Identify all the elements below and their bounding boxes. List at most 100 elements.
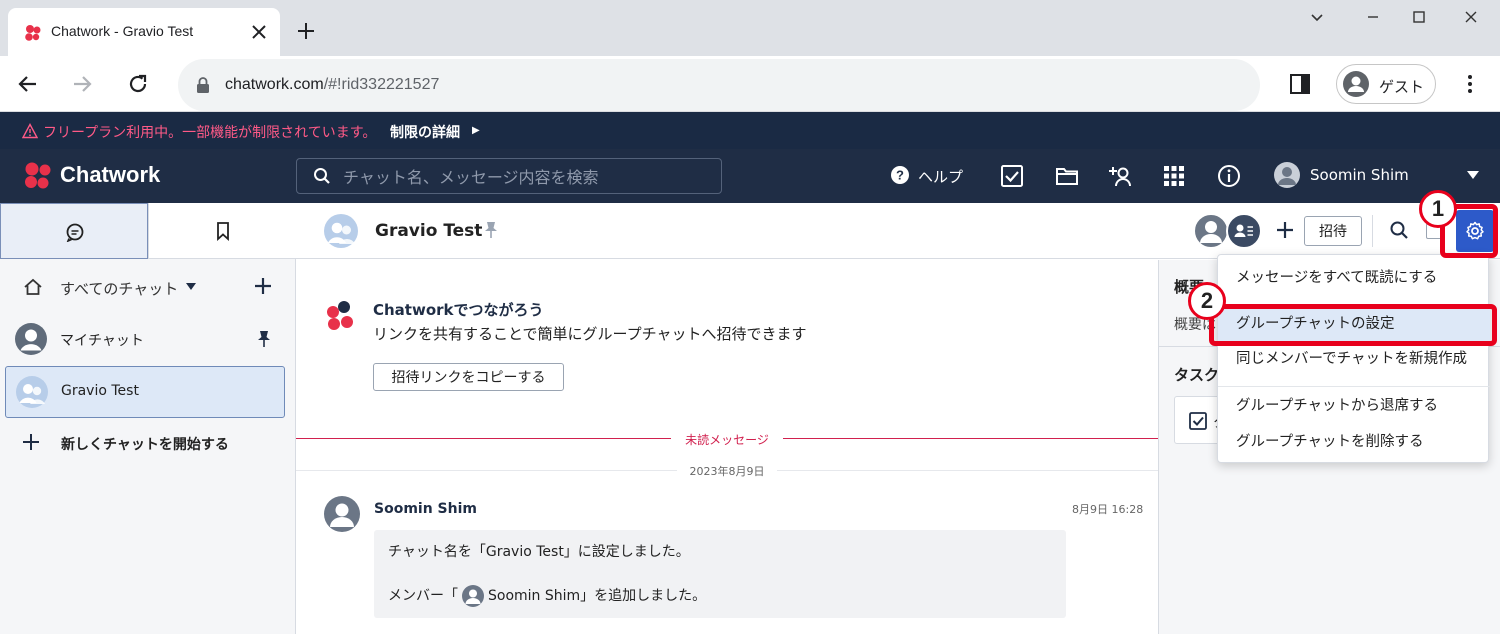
caret-down-icon[interactable] [1467,170,1479,180]
brand-name[interactable]: Chatwork [60,162,160,188]
unread-label: 未読メッセージ [671,431,783,447]
browser-tabstrip: Chatwork - Gravio Test [0,0,1500,56]
header-divider [1372,215,1373,247]
member-list-icon[interactable] [1226,213,1262,249]
apps-grid-icon[interactable] [1162,164,1186,188]
minimize-icon[interactable] [1364,8,1382,26]
browser-tab[interactable]: Chatwork - Gravio Test [8,8,280,56]
free-plan-banner: フリープラン利用中。一部機能が制限されています。 制限の詳細 ▶ [0,112,1500,149]
bookmark-icon [217,222,229,241]
maximize-icon[interactable] [1410,8,1428,26]
menu-divider [1218,386,1490,387]
info-icon[interactable] [1217,164,1241,188]
address-bar[interactable]: chatwork.com/#!rid332221527 [178,59,1260,111]
tab-close-icon[interactable] [248,21,270,43]
group-avatar-icon [16,376,48,408]
member-avatar-icon[interactable] [1193,213,1229,249]
user-name: Soomin Shim [1310,166,1409,184]
profile-button[interactable]: ゲスト [1336,64,1436,104]
url-text: chatwork.com/#!rid332221527 [225,76,440,93]
sidebar-item-gravio-test[interactable]: Gravio Test [5,366,285,418]
tab-bookmarks[interactable] [148,203,296,259]
task-checkbox-icon [1189,412,1207,430]
room-settings-menu: メッセージをすべて既読にする グループチャットの設定 同じメンバーでチャットを新… [1217,254,1490,463]
chatwork-logo-icon[interactable] [22,161,56,191]
room-name: マイチャット [60,333,144,349]
caret-down-icon[interactable] [186,283,196,291]
room-header: Gravio Test 招待 [296,203,1500,259]
plus-icon [23,434,39,450]
tab-chats[interactable] [0,203,148,259]
user-avatar-icon [1274,162,1300,188]
new-tab-icon[interactable] [294,19,318,43]
search-icon [314,168,330,184]
highlight-group-settings [1209,304,1497,346]
tab-title: Chatwork - Gravio Test [51,23,194,39]
promo-title: Chatworkでつながろう [373,301,544,319]
home-icon [24,278,42,295]
limit-detail-link[interactable]: 制限の詳細 [390,122,460,142]
profile-label: ゲスト [1379,78,1425,96]
chat-sidebar: すべてのチャット マイチャット Gravio Test 新しくチャットを開始する [0,203,296,634]
message-body: チャット名を「Gravio Test」に設定しました。 メンバー「 Soomin … [374,530,1066,618]
room-name: Gravio Test [61,383,139,399]
chat-search-input[interactable] [343,165,703,189]
svg-text:?: ? [896,168,904,183]
lock-icon[interactable] [195,76,211,94]
banner-message: フリープラン利用中。一部機能が制限されています。 [43,125,377,141]
chat-bubble-icon [66,223,84,242]
side-panel-icon[interactable] [1289,73,1311,95]
menu-item-new-chat-same-members[interactable]: 同じメンバーでチャットを新規作成 [1218,342,1490,376]
author-avatar-icon[interactable] [324,496,360,532]
start-new-chat-button[interactable]: 新しくチャットを開始する [0,429,296,459]
browser-toolbar: chatwork.com/#!rid332221527 ゲスト [0,56,1500,112]
browser-menu-icon[interactable] [1462,72,1478,96]
app-header: Chatwork ? ヘルプ [0,149,1500,203]
sidebar-item-my-chat[interactable]: マイチャット [5,314,285,366]
message-line: メンバー「 Soomin Shim」を追加しました。 [388,585,706,607]
menu-item-delete-group[interactable]: グループチャットを削除する [1218,425,1490,459]
mentioned-member-name[interactable]: Soomin Shim [488,588,580,604]
chatwork-logo-icon [327,301,353,330]
sidebar-tabs [0,203,296,259]
chatwork-favicon-icon [25,25,41,41]
menu-item-leave-group[interactable]: グループチャットから退席する [1218,389,1490,423]
new-chat-label: 新しくチャットを開始する [61,437,229,453]
group-avatar-icon [324,214,358,248]
folder-icon[interactable] [1055,164,1079,188]
chat-filter[interactable]: すべてのチャット [0,273,296,303]
search-icon[interactable] [1389,220,1409,240]
add-member-plus-icon[interactable] [1275,220,1295,240]
copy-invite-link-button[interactable]: 招待リンクをコピーする [373,363,564,391]
invite-button[interactable]: 招待 [1304,216,1362,246]
step-badge-1: 1 [1419,190,1457,228]
tab-search-chevron-icon[interactable] [1308,8,1326,26]
pin-icon[interactable] [484,221,498,239]
add-chat-plus-icon[interactable] [253,276,273,296]
task-checkbox-icon[interactable] [1000,164,1024,188]
message-timestamp: 8月9日 16:28 [1072,503,1144,516]
back-arrow-icon[interactable] [14,70,42,98]
filter-label[interactable]: すべてのチャット [60,278,178,299]
pin-icon[interactable] [257,330,271,348]
menu-item-mark-all-read[interactable]: メッセージをすべて既読にする [1218,261,1490,295]
help-label: ヘルプ [918,168,964,186]
step-badge-2: 2 [1188,282,1226,320]
chat-search-box[interactable] [296,158,722,194]
add-contact-icon[interactable] [1108,164,1132,188]
tasks-heading: タスク [1174,366,1220,384]
my-chat-avatar-icon [15,323,47,355]
room-title: Gravio Test [375,221,483,241]
chevron-right-icon[interactable]: ▶ [472,125,480,136]
help-icon: ? [891,166,909,184]
message-line: チャット名を「Gravio Test」に設定しました。 [388,544,690,560]
warning-icon [22,123,38,139]
chat-timeline: Chatworkでつながろう リンクを共有することで簡単にグループチャットへ招待… [296,260,1158,634]
forward-arrow-icon[interactable] [68,70,96,98]
message-author[interactable]: Soomin Shim [374,501,477,517]
date-label: 2023年8月9日 [677,463,777,479]
guest-avatar-icon [1343,71,1369,97]
reload-icon[interactable] [124,70,152,98]
window-close-icon[interactable] [1462,8,1480,26]
promo-text: リンクを共有することで簡単にグループチャットへ招待できます [373,325,807,343]
